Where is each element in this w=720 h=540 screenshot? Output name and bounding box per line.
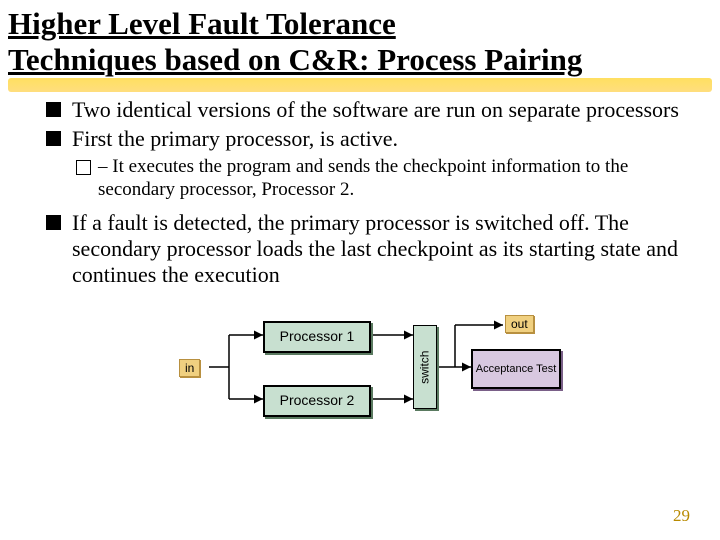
acceptance-test-text: Acceptance Test	[476, 363, 557, 375]
bullet-item: If a fault is detected, the primary proc…	[46, 210, 680, 289]
processor-2-box: Processor 2	[263, 385, 371, 417]
bullet-text: First the primary processor, is active.	[72, 126, 398, 151]
bullet-text: If a fault is detected, the primary proc…	[72, 210, 678, 288]
title-line-1: Higher Level Fault Tolerance	[8, 6, 396, 41]
out-label: out	[505, 315, 534, 333]
out-text: out	[511, 317, 528, 331]
bullet-text: Two identical versions of the software a…	[72, 97, 679, 122]
page-number: 29	[673, 506, 690, 526]
processor-2-text: Processor 2	[280, 392, 355, 409]
processor-1-text: Processor 1	[280, 328, 355, 345]
sub-bullet-item: – It executes the program and sends the …	[46, 156, 680, 202]
title-line-2: Techniques based on C&R: Process Pairing	[8, 42, 582, 77]
switch-text: switch	[418, 350, 432, 383]
slide-title: Higher Level Fault Tolerance Techniques …	[0, 0, 720, 77]
in-text: in	[185, 361, 194, 375]
switch-box: switch	[413, 325, 437, 409]
in-label: in	[179, 359, 200, 377]
acceptance-test-box: Acceptance Test	[471, 349, 561, 389]
process-pairing-diagram: in Processor 1 Processor 2 switch out Ac…	[173, 305, 553, 435]
processor-1-box: Processor 1	[263, 321, 371, 353]
bullet-item: First the primary processor, is active.	[46, 126, 680, 152]
content-area: Two identical versions of the software a…	[0, 77, 720, 435]
sub-bullet-text: – It executes the program and sends the …	[98, 156, 628, 200]
bullet-item: Two identical versions of the software a…	[46, 97, 680, 123]
slide: Higher Level Fault Tolerance Techniques …	[0, 0, 720, 540]
